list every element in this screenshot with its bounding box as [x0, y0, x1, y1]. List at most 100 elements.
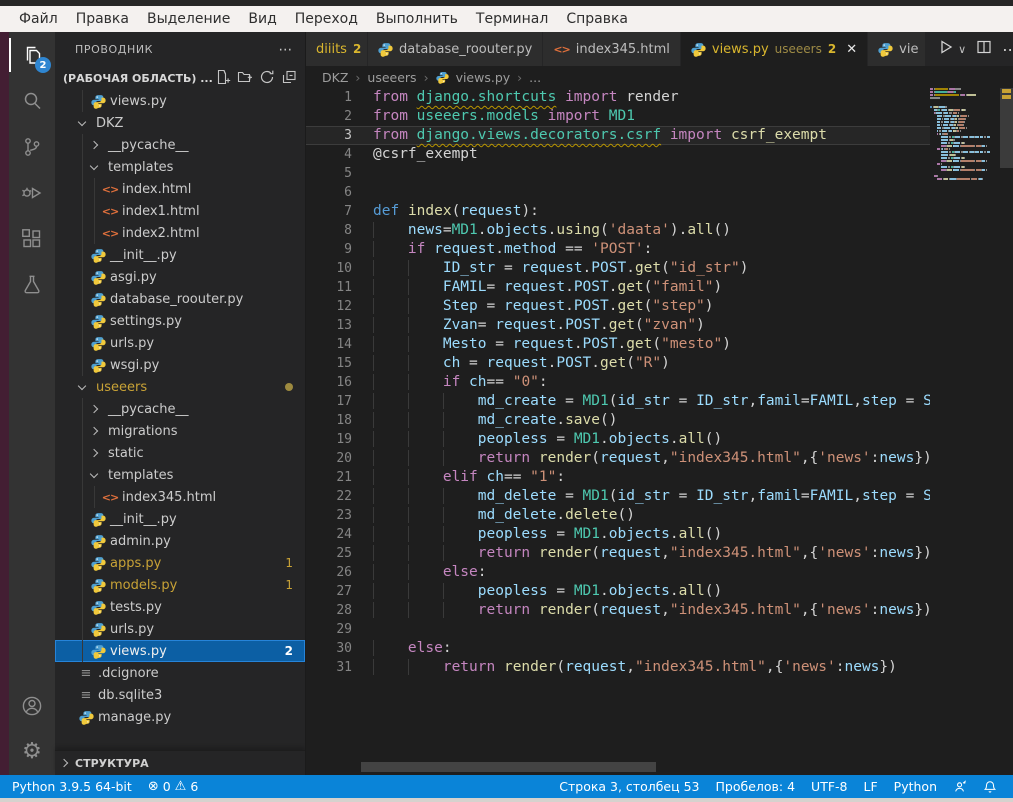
- code-line[interactable]: 24 peopless = MD1.objects.all(): [306, 525, 930, 544]
- code-line[interactable]: 29: [306, 620, 930, 639]
- run-python-file-icon[interactable]: [938, 39, 954, 59]
- tree-item-templates[interactable]: templates: [55, 156, 305, 178]
- code-line[interactable]: 28 return render(request,"index345.html"…: [306, 601, 930, 620]
- run-dropdown-icon[interactable]: ∨: [958, 43, 966, 56]
- tree-item-settings.py[interactable]: settings.py: [55, 310, 305, 332]
- code-line[interactable]: 3from django.views.decorators.csrf impor…: [306, 126, 930, 145]
- tree-item-useeers[interactable]: useeers: [55, 376, 305, 398]
- tree-item-wsgi.py[interactable]: wsgi.py: [55, 354, 305, 376]
- source-control-icon[interactable]: [9, 124, 55, 170]
- tree-item-index.html[interactable]: <>index.html: [55, 178, 305, 200]
- code-line[interactable]: 9 if request.method == 'POST':: [306, 240, 930, 259]
- horizontal-scrollbar[interactable]: [361, 762, 656, 772]
- code-line[interactable]: 10 ID_str = request.POST.get("id_str"): [306, 259, 930, 278]
- code-line[interactable]: 5: [306, 164, 930, 183]
- problems-status[interactable]: ⊗ 0 ⚠ 6: [140, 779, 206, 794]
- split-editor-icon[interactable]: [976, 39, 992, 59]
- status-item[interactable]: UTF-8: [803, 779, 855, 794]
- tree-item-__pycache__[interactable]: __pycache__: [55, 398, 305, 420]
- tab-views.py[interactable]: views.pyuseeers2✕: [681, 32, 868, 66]
- tree-item-urls.py[interactable]: urls.py: [55, 618, 305, 640]
- minimap[interactable]: [930, 88, 1000, 735]
- tree-item-database_roouter.py[interactable]: database_roouter.py: [55, 288, 305, 310]
- account-icon[interactable]: [9, 683, 55, 729]
- code-line[interactable]: 15 ch = request.POST.get("R"): [306, 354, 930, 373]
- code-line[interactable]: 8 news=MD1.objects.using('daata').all(): [306, 221, 930, 240]
- code-line[interactable]: 14 Mesto = request.POST.get("mesto"): [306, 335, 930, 354]
- breadcrumb-item[interactable]: DKZ: [322, 70, 348, 85]
- tree-item-migrations[interactable]: migrations: [55, 420, 305, 442]
- code-line[interactable]: 20 return render(request,"index345.html"…: [306, 449, 930, 468]
- tree-item-db.sqlite3[interactable]: ≡db.sqlite3: [55, 684, 305, 706]
- status-item[interactable]: Пробелов: 4: [708, 779, 804, 794]
- code-line[interactable]: 26 else:: [306, 563, 930, 582]
- vertical-scrollbar[interactable]: [1000, 88, 1013, 168]
- tab-database_roouter.py[interactable]: database_roouter.py: [368, 32, 543, 66]
- tree-item-templates[interactable]: templates: [55, 464, 305, 486]
- tab-vie[interactable]: vie: [868, 32, 926, 66]
- code-line[interactable]: 1from django.shortcuts import render: [306, 88, 930, 107]
- code-line[interactable]: 11 FAMIL= request.POST.get("famil"): [306, 278, 930, 297]
- tree-item-urls.py[interactable]: urls.py: [55, 332, 305, 354]
- code-line[interactable]: 31 return render(request,"index345.html"…: [306, 658, 930, 677]
- code-line[interactable]: 23 md_delete.delete(): [306, 506, 930, 525]
- tree-item-views.py[interactable]: views.py: [55, 90, 305, 112]
- menu-item[interactable]: Терминал: [467, 6, 557, 32]
- tree-item-apps.py[interactable]: apps.py1: [55, 552, 305, 574]
- search-icon[interactable]: [9, 78, 55, 124]
- tree-item-admin.py[interactable]: admin.py: [55, 530, 305, 552]
- tree-item-asgi.py[interactable]: asgi.py: [55, 266, 305, 288]
- files-icon[interactable]: 2: [9, 32, 55, 78]
- code-line[interactable]: 4@csrf_exempt: [306, 145, 930, 164]
- tree-item-__init__.py[interactable]: __init__.py: [55, 508, 305, 530]
- code-line[interactable]: 16 if ch== "0":: [306, 373, 930, 392]
- tree-item-tests.py[interactable]: tests.py: [55, 596, 305, 618]
- tree-item-static[interactable]: static: [55, 442, 305, 464]
- code-line[interactable]: 27 peopless = MD1.objects.all(): [306, 582, 930, 601]
- code-line[interactable]: 6: [306, 183, 930, 202]
- new-file-icon[interactable]: [215, 69, 231, 88]
- code-line[interactable]: 25 return render(request,"index345.html"…: [306, 544, 930, 563]
- breadcrumb-item[interactable]: views.py: [456, 70, 511, 85]
- breadcrumb-item[interactable]: useeers: [367, 70, 416, 85]
- more-actions-icon[interactable]: ⋯: [1002, 40, 1013, 59]
- tab-diiits[interactable]: diiits2●: [306, 32, 368, 66]
- code-line[interactable]: 2from useeers.models import MD1: [306, 107, 930, 126]
- menu-item[interactable]: Выделение: [138, 6, 239, 32]
- extensions-icon[interactable]: [9, 216, 55, 262]
- menu-item[interactable]: Выполнить: [367, 6, 467, 32]
- status-item[interactable]: Python: [886, 779, 945, 794]
- tree-item-__pycache__[interactable]: __pycache__: [55, 134, 305, 156]
- tree-item-.dcignore[interactable]: ≡.dcignore: [55, 662, 305, 684]
- breadcrumb[interactable]: DKZ›useeers›views.py›...: [306, 66, 1013, 88]
- workspace-section-header[interactable]: (РАБОЧАЯ ОБЛАСТЬ) ...: [55, 67, 305, 89]
- code-line[interactable]: 7def index(request):: [306, 202, 930, 221]
- notifications-bell-icon[interactable]: [975, 779, 1005, 794]
- menu-item[interactable]: Справка: [557, 6, 637, 32]
- code-line[interactable]: 22 md_delete = MD1(id_str = ID_str,famil…: [306, 487, 930, 506]
- code-line[interactable]: 13 Zvan= request.POST.get("zvan"): [306, 316, 930, 335]
- tree-item-manage.py[interactable]: manage.py: [55, 706, 305, 728]
- code-line[interactable]: 17 md_create = MD1(id_str = ID_str,famil…: [306, 392, 930, 411]
- code-line[interactable]: 21 elif ch== "1":: [306, 468, 930, 487]
- feedback-icon[interactable]: [945, 779, 975, 794]
- settings-gear-icon[interactable]: ⚙: [9, 729, 55, 775]
- breadcrumb-item[interactable]: ...: [529, 70, 541, 85]
- close-icon[interactable]: ✕: [846, 42, 857, 57]
- code-line[interactable]: 18 md_create.save(): [306, 411, 930, 430]
- code-editor[interactable]: 1from django.shortcuts import render2fro…: [306, 88, 930, 735]
- status-item[interactable]: Строка 3, столбец 53: [551, 779, 707, 794]
- refresh-icon[interactable]: [259, 69, 275, 88]
- tree-item-index2.html[interactable]: <>index2.html: [55, 222, 305, 244]
- menu-item[interactable]: Переход: [286, 6, 367, 32]
- collapse-all-icon[interactable]: [281, 69, 297, 88]
- outline-section[interactable]: СТРУКТУРА: [55, 750, 305, 775]
- code-line[interactable]: 12 Step = request.POST.get("step"): [306, 297, 930, 316]
- tree-item-models.py[interactable]: models.py1: [55, 574, 305, 596]
- menu-item[interactable]: Файл: [10, 6, 67, 32]
- code-line[interactable]: 19 peopless = MD1.objects.all(): [306, 430, 930, 449]
- tree-item-index345.html[interactable]: <>index345.html: [55, 486, 305, 508]
- status-item[interactable]: LF: [856, 779, 886, 794]
- debug-icon[interactable]: [9, 170, 55, 216]
- testing-icon[interactable]: [9, 262, 55, 308]
